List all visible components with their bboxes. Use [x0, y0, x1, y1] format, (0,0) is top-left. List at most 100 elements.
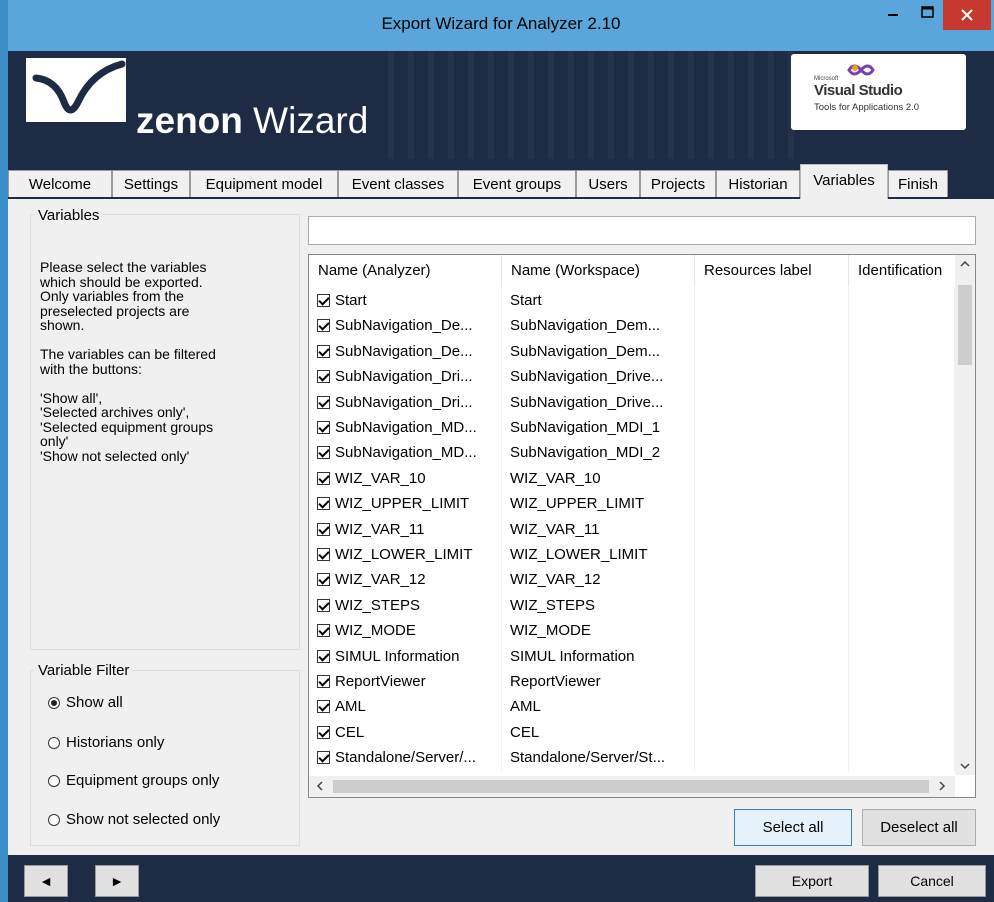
cell-resources-label	[695, 516, 849, 542]
export-button[interactable]: Export	[755, 865, 869, 897]
column-header-resources-label[interactable]: Resources label	[695, 255, 849, 287]
vertical-scrollbar[interactable]	[955, 255, 975, 775]
horizontal-scroll-thumb[interactable]	[333, 780, 929, 793]
tab-welcome[interactable]: Welcome	[8, 170, 112, 197]
cell-name-workspace: SubNavigation_MDI_1	[502, 415, 695, 441]
scroll-right-icon[interactable]	[937, 781, 947, 791]
checkbox-checked-icon[interactable]	[317, 598, 330, 612]
table-row[interactable]: WIZ_VAR_11 WIZ_VAR_11	[309, 516, 955, 542]
table-row[interactable]: SubNavigation_De... SubNavigation_Dem...	[309, 338, 955, 365]
radio-equipment-groups-only[interactable]: Equipment groups only	[48, 772, 219, 789]
table-row[interactable]: SIMUL Information SIMUL Information	[309, 643, 955, 669]
checkbox-checked-icon[interactable]	[317, 573, 330, 587]
cell-name-analyzer: SubNavigation_MD...	[309, 440, 502, 466]
cell-resources-label	[695, 440, 849, 466]
cell-name-workspace: SubNavigation_Drive...	[502, 364, 695, 390]
table-row[interactable]: WIZ_VAR_12 WIZ_VAR_12	[309, 567, 955, 593]
tab-event-classes[interactable]: Event classes	[338, 170, 458, 197]
table-row[interactable]: Standalone/Server/... Standalone/Server/S…	[309, 745, 955, 771]
close-button[interactable]	[943, 0, 991, 30]
column-header-name-workspace[interactable]: Name (Workspace)	[502, 255, 695, 287]
analyzer-name: WIZ_VAR_12	[335, 571, 426, 589]
scroll-up-icon[interactable]	[960, 259, 970, 269]
cell-identification	[849, 542, 955, 568]
table-row[interactable]: AML AML	[309, 694, 955, 720]
checkbox-checked-icon[interactable]	[317, 395, 330, 409]
forward-button[interactable]: ►	[95, 865, 139, 897]
cell-name-analyzer: WIZ_UPPER_LIMIT	[309, 491, 502, 517]
checkbox-checked-icon[interactable]	[317, 370, 330, 384]
table-row[interactable]: WIZ_UPPER_LIMIT WIZ_UPPER_LIMIT	[309, 491, 955, 517]
table-row[interactable]: WIZ_LOWER_LIMIT WIZ_LOWER_LIMIT	[309, 542, 955, 568]
tab-settings[interactable]: Settings	[112, 170, 190, 197]
checkbox-checked-icon[interactable]	[317, 344, 330, 358]
checkbox-checked-icon[interactable]	[317, 421, 330, 434]
window-title: Export Wizard for Analyzer 2.10	[381, 14, 621, 33]
tab-users[interactable]: Users	[576, 170, 640, 197]
cell-identification	[849, 313, 955, 339]
checkbox-checked-icon[interactable]	[317, 471, 330, 485]
cell-resources-label	[695, 643, 849, 669]
variables-list[interactable]: Name (Analyzer) Name (Workspace) Resourc…	[308, 254, 976, 798]
scroll-down-icon[interactable]	[960, 761, 970, 771]
cell-name-analyzer: CEL	[309, 719, 502, 746]
radio-historians-only[interactable]: Historians only	[48, 734, 164, 751]
tab-projects[interactable]: Projects	[640, 170, 716, 197]
table-row[interactable]: SubNavigation_MD... SubNavigation_MDI_1	[309, 415, 955, 441]
tab-variables[interactable]: Variables	[800, 164, 888, 199]
cell-name-analyzer: ReportViewer	[309, 669, 502, 695]
tab-historian[interactable]: Historian	[716, 170, 800, 197]
table-row[interactable]: SubNavigation_Dri... SubNavigation_Drive.…	[309, 364, 955, 390]
cell-identification	[849, 465, 955, 492]
column-header-name-analyzer[interactable]: Name (Analyzer)	[309, 255, 502, 287]
cancel-button[interactable]: Cancel	[878, 865, 986, 897]
minimize-button[interactable]	[876, 0, 910, 30]
checkbox-checked-icon[interactable]	[317, 725, 330, 739]
arrow-right-icon: ►	[110, 873, 124, 889]
table-row[interactable]: SubNavigation_Dri... SubNavigation_Drive.…	[309, 389, 955, 415]
checkbox-checked-icon[interactable]	[317, 624, 330, 638]
cell-name-analyzer: WIZ_MODE	[309, 618, 502, 644]
tab-equipment-model[interactable]: Equipment model	[190, 170, 338, 197]
cell-resources-label	[695, 364, 849, 390]
checkbox-checked-icon[interactable]	[317, 319, 330, 333]
table-row[interactable]: WIZ_STEPS WIZ_STEPS	[309, 592, 955, 619]
tab-finish[interactable]: Finish	[888, 170, 948, 197]
checkbox-checked-icon[interactable]	[317, 548, 330, 561]
scroll-left-icon[interactable]	[315, 781, 325, 791]
cell-identification	[849, 338, 955, 365]
column-header-identification[interactable]: Identification	[849, 255, 959, 287]
table-row[interactable]: SubNavigation_MD... SubNavigation_MDI_2	[309, 440, 955, 466]
cell-name-analyzer: Start	[309, 288, 502, 314]
radio-show-not-selected-only[interactable]: Show not selected only	[48, 811, 220, 828]
horizontal-scrollbar[interactable]	[309, 776, 955, 797]
table-row[interactable]: Start Start	[309, 288, 955, 314]
radio-unchecked-icon	[48, 736, 60, 749]
table-row[interactable]: ReportViewer ReportViewer	[309, 669, 955, 695]
back-button[interactable]: ◄	[24, 865, 68, 897]
checkbox-checked-icon[interactable]	[317, 649, 330, 663]
table-row[interactable]: WIZ_VAR_10 WIZ_VAR_10	[309, 465, 955, 492]
checkbox-checked-icon[interactable]	[317, 446, 330, 460]
radio-label: Show not selected only	[66, 811, 221, 828]
radio-show-all[interactable]: Show all	[48, 694, 123, 711]
variable-filter-input[interactable]	[308, 216, 976, 245]
title-bar[interactable]: Export Wizard for Analyzer 2.10	[8, 0, 994, 51]
cell-name-analyzer: SIMUL Information	[309, 643, 502, 669]
table-row[interactable]: CEL CEL	[309, 719, 955, 746]
checkbox-checked-icon[interactable]	[317, 700, 330, 714]
checkbox-checked-icon[interactable]	[317, 497, 330, 511]
maximize-button[interactable]	[911, 0, 945, 30]
deselect-all-button[interactable]: Deselect all	[862, 809, 976, 846]
table-row[interactable]: WIZ_MODE WIZ_MODE	[309, 618, 955, 644]
vertical-scroll-thumb[interactable]	[958, 285, 972, 365]
checkbox-checked-icon[interactable]	[317, 522, 330, 536]
visual-studio-logo-icon	[847, 64, 875, 76]
checkbox-checked-icon[interactable]	[317, 675, 330, 688]
table-row[interactable]: SubNavigation_De... SubNavigation_Dem...	[309, 313, 955, 339]
checkbox-checked-icon[interactable]	[317, 751, 330, 765]
tab-event-groups[interactable]: Event groups	[458, 170, 576, 197]
select-all-button[interactable]: Select all	[734, 809, 852, 846]
cell-name-workspace: SIMUL Information	[502, 643, 695, 669]
checkbox-checked-icon[interactable]	[317, 294, 330, 307]
